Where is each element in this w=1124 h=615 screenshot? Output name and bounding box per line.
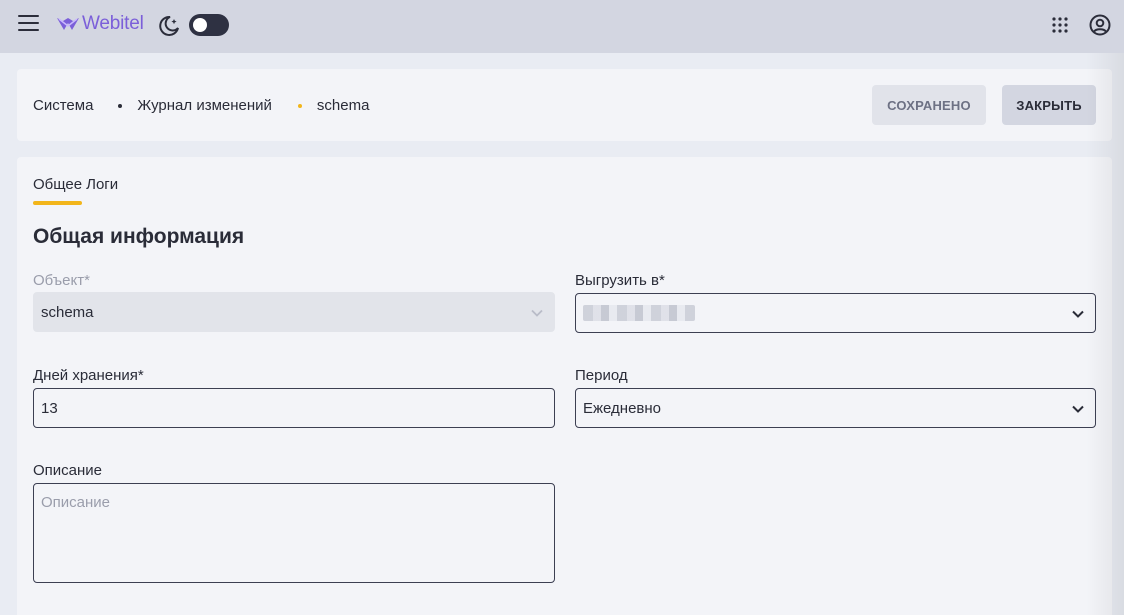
object-select: schema xyxy=(33,292,555,332)
export-to-value-redacted xyxy=(583,305,695,321)
section-title: Общая информация xyxy=(33,225,245,248)
description-placeholder: Описание xyxy=(41,494,111,511)
webitel-logo-icon xyxy=(57,18,79,30)
chevron-down-icon xyxy=(1072,310,1084,318)
breadcrumb-separator-active xyxy=(297,103,302,108)
toggle-knob xyxy=(193,18,207,32)
export-to-select[interactable] xyxy=(575,293,1096,333)
breadcrumb-item-system[interactable]: Система xyxy=(33,97,93,114)
retention-days-label: Дней хранения* xyxy=(33,367,144,384)
apps-grid-icon[interactable] xyxy=(1052,17,1068,33)
object-value: schema xyxy=(41,303,94,321)
tab-general[interactable]: Общее xyxy=(33,176,83,205)
retention-days-input[interactable]: 13 xyxy=(33,388,555,428)
close-button[interactable]: ЗАКРЫТЬ xyxy=(1002,85,1096,125)
hamburger-icon[interactable] xyxy=(18,15,40,35)
description-textarea[interactable]: Описание xyxy=(33,483,555,583)
retention-days-value: 13 xyxy=(41,399,58,417)
app-bar: Webitel xyxy=(0,0,1124,53)
object-label: Объект* xyxy=(33,272,90,289)
saved-button[interactable]: СОХРАНЕНО xyxy=(872,85,986,125)
breadcrumb: Система Журнал изменений schema xyxy=(33,97,369,114)
breadcrumb-item-changelog[interactable]: Журнал изменений xyxy=(137,97,271,114)
moon-icon xyxy=(159,15,179,36)
period-value: Ежедневно xyxy=(583,399,662,417)
logo[interactable]: Webitel xyxy=(56,13,144,35)
description-label: Описание xyxy=(33,462,103,479)
chevron-down-icon xyxy=(1072,405,1084,413)
chevron-down-icon xyxy=(531,309,543,317)
logo-text: Webitel xyxy=(82,13,144,34)
export-to-label: Выгрузить в* xyxy=(575,272,665,289)
breadcrumb-item-current: schema xyxy=(316,97,370,114)
tabs: Общее Логи xyxy=(33,176,118,205)
tab-logs[interactable]: Логи xyxy=(86,176,118,203)
main-content: Общее Логи Общая информация Объект* sche… xyxy=(17,157,1112,615)
period-select[interactable]: Ежедневно xyxy=(575,388,1096,428)
period-label: Период xyxy=(575,367,628,384)
breadcrumb-separator xyxy=(118,103,123,108)
page-header: Система Журнал изменений schema СОХРАНЕН… xyxy=(17,69,1112,141)
account-icon[interactable] xyxy=(1089,14,1111,36)
theme-toggle[interactable] xyxy=(189,14,229,36)
